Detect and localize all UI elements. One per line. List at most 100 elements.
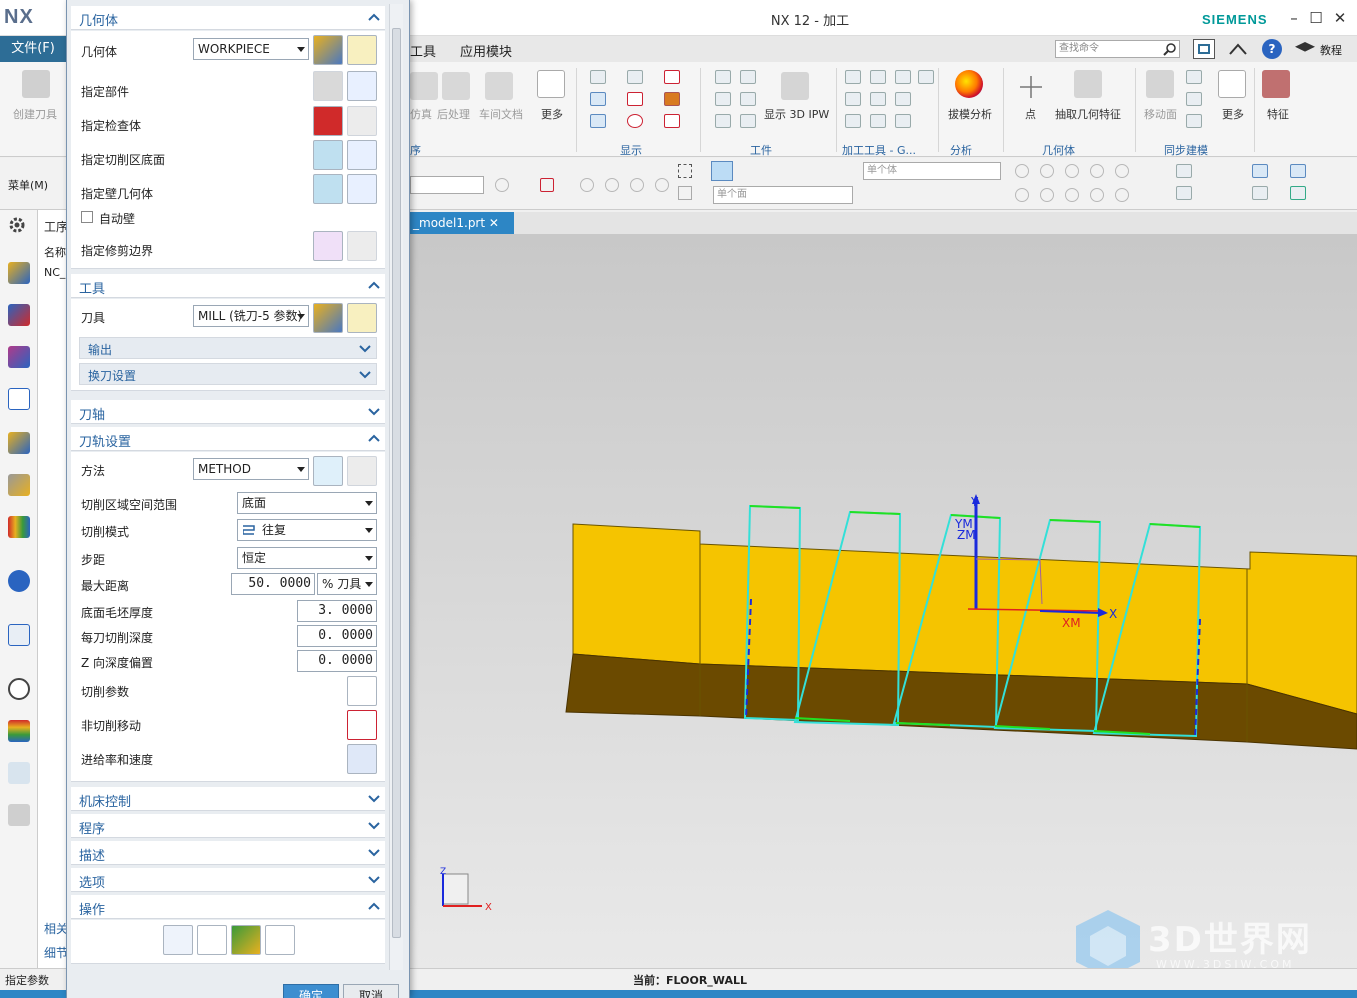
view-icon-4[interactable] — [1252, 186, 1268, 200]
tool-select[interactable]: MILL (铣刀-5 参数) — [193, 305, 309, 327]
workpiece-icon-5[interactable] — [740, 92, 756, 106]
feeds-speeds-button[interactable] — [347, 744, 377, 774]
extract-geometry-label[interactable]: 抽取几何特征 — [1055, 106, 1121, 122]
geometry-view-icon[interactable] — [8, 304, 30, 326]
part-file-tab[interactable]: _model1.prt ✕ — [410, 212, 514, 234]
menu-item-app-modules[interactable]: 应用模块 — [460, 41, 512, 60]
stepover-select[interactable]: 恒定 — [237, 547, 377, 569]
verify-button[interactable] — [231, 925, 261, 955]
type-filter-combo[interactable] — [410, 176, 484, 194]
select-icon-3[interactable] — [580, 178, 594, 192]
tool-icon-3[interactable] — [845, 114, 861, 128]
sync-icon-3[interactable] — [1186, 114, 1202, 128]
extract-geometry-icon[interactable] — [1074, 70, 1102, 98]
view-icon-6[interactable] — [1290, 186, 1306, 200]
roles-icon[interactable] — [8, 720, 30, 742]
sync-icon-1[interactable] — [1186, 70, 1202, 84]
section-path-settings[interactable]: 刀轨设置 — [71, 427, 385, 451]
search-icon[interactable] — [1163, 42, 1177, 56]
view-icon-3[interactable] — [1252, 164, 1268, 178]
section-tool-axis[interactable]: 刀轴 — [71, 400, 385, 424]
replay-button[interactable] — [197, 925, 227, 955]
chevron-up-icon[interactable] — [367, 899, 381, 913]
help-icon[interactable]: ? — [1262, 39, 1282, 59]
shop-doc-icon[interactable] — [485, 72, 513, 100]
new-geometry-button[interactable] — [313, 35, 343, 65]
specify-part-button[interactable] — [313, 71, 343, 101]
section-options[interactable]: 选项 — [71, 868, 385, 892]
specify-wall-button[interactable] — [313, 174, 343, 204]
section-description[interactable]: 描述 — [71, 841, 385, 865]
new-tool-button[interactable] — [313, 303, 343, 333]
cancel-button[interactable]: 取消 — [343, 984, 399, 998]
sync-icon-2[interactable] — [1186, 92, 1202, 106]
geometry-select[interactable]: WORKPIECE — [193, 38, 309, 60]
gear-icon[interactable] — [8, 216, 26, 234]
feature-icon[interactable] — [1262, 70, 1290, 98]
edit-method-button[interactable] — [347, 456, 377, 486]
command-search-input[interactable]: 查找命令 — [1055, 40, 1180, 58]
workpiece-icon-6[interactable] — [740, 114, 756, 128]
display-vector-icon[interactable] — [664, 114, 680, 128]
tab-dependencies[interactable]: 相关 — [44, 920, 68, 937]
point-label[interactable]: 点 — [1025, 106, 1036, 122]
chevron-down-icon[interactable] — [367, 872, 381, 886]
workpiece-icon-4[interactable] — [740, 70, 756, 84]
draft-analysis-icon[interactable] — [955, 70, 983, 98]
snap-icon-2[interactable] — [1040, 164, 1054, 178]
tool-icon-4[interactable] — [870, 70, 886, 84]
navigator-title[interactable]: 工序 — [44, 218, 68, 235]
move-face-icon[interactable] — [1146, 70, 1174, 98]
simulate-icon[interactable] — [410, 72, 438, 100]
chevron-down-icon[interactable] — [358, 341, 372, 355]
graphics-viewport[interactable]: Y YM ZM XM X Z X 3D世界网 WWW.3DSJW.COM — [410, 234, 1357, 968]
non-cut-moves-button[interactable] — [347, 710, 377, 740]
chevron-up-icon[interactable] — [367, 10, 381, 24]
scrollbar-thumb[interactable] — [392, 28, 401, 938]
view-icon-1[interactable] — [1176, 164, 1192, 178]
section-geometry[interactable]: 几何体 — [71, 6, 385, 30]
select-icon-6[interactable] — [655, 178, 669, 192]
more-ops-icon[interactable] — [537, 70, 565, 98]
more-sync-label[interactable]: 更多 — [1222, 106, 1244, 122]
tool-icon-10[interactable] — [918, 70, 934, 84]
minimize-button[interactable]: – — [1284, 8, 1304, 28]
group-workpiece[interactable]: 工件 — [750, 142, 772, 158]
workpiece-icon-2[interactable] — [715, 92, 731, 106]
new-method-button[interactable] — [313, 456, 343, 486]
show-ipw-label[interactable]: 显示 3D IPW — [764, 106, 829, 122]
specify-trim-button[interactable] — [313, 231, 343, 261]
chevron-down-icon[interactable] — [367, 404, 381, 418]
tool-icon-6[interactable] — [870, 114, 886, 128]
section-actions[interactable]: 操作 — [71, 895, 385, 919]
z-offset-input[interactable]: 0. 0000 — [297, 650, 377, 672]
subsection-tool-change[interactable]: 换刀设置 — [79, 363, 377, 385]
tutorial-link[interactable]: 教程 — [1320, 42, 1342, 58]
postprocess-icon[interactable] — [442, 72, 470, 100]
display-grid-icon[interactable] — [664, 70, 680, 84]
generate-button[interactable] — [163, 925, 193, 955]
select-icon-2[interactable] — [540, 178, 554, 192]
section-tool[interactable]: 工具 — [71, 274, 385, 298]
group-machining-tools[interactable]: 加工工具 - G... — [842, 142, 916, 158]
more-ops-label[interactable]: 更多 — [541, 106, 563, 122]
snap-icon-4[interactable] — [1090, 164, 1104, 178]
cut-pattern-select[interactable]: 往复 — [237, 519, 377, 541]
snap-icon-5[interactable] — [1115, 164, 1129, 178]
display-tool-icon[interactable] — [590, 70, 606, 84]
tool-icon-1[interactable] — [845, 70, 861, 84]
max-distance-input[interactable]: 50. 0000 — [231, 573, 315, 595]
display-part-flashlight-icon[interactable] — [347, 71, 377, 101]
group-analysis[interactable]: 分析 — [950, 142, 972, 158]
feature-label[interactable]: 特征 — [1267, 106, 1289, 122]
subsection-output[interactable]: 输出 — [79, 337, 377, 359]
view-icon-2[interactable] — [1176, 186, 1192, 200]
create-tool-icon[interactable] — [22, 70, 50, 98]
floor-stock-input[interactable]: 3. 0000 — [297, 600, 377, 622]
display-tool-holder-icon[interactable] — [664, 92, 680, 106]
chevron-up-icon[interactable] — [367, 431, 381, 445]
tool-icon-8[interactable] — [895, 92, 911, 106]
select-body-icon[interactable] — [711, 161, 733, 181]
ok-button[interactable]: 确定 — [283, 984, 339, 998]
snap-icon-8[interactable] — [1065, 188, 1079, 202]
